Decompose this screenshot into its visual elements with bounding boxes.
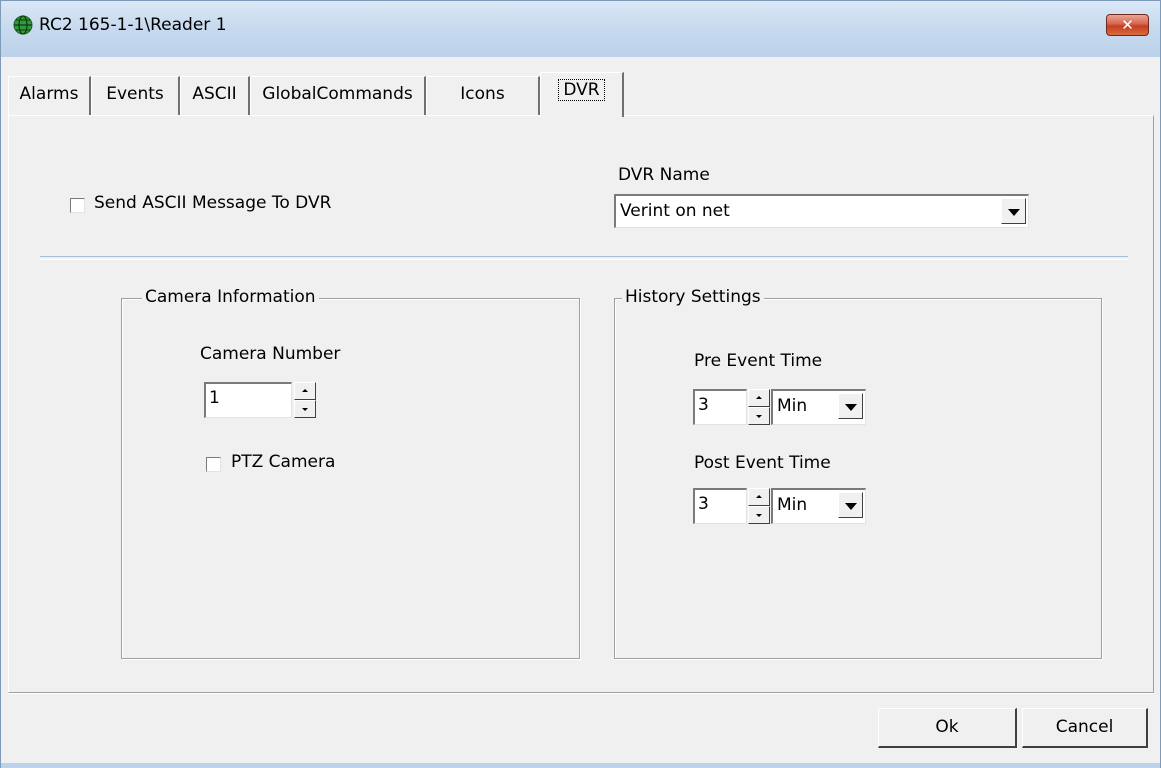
window-title: RC2 165-1-1\Reader 1 bbox=[39, 15, 227, 35]
title-bar[interactable]: RC2 165-1-1\Reader 1 ✕ bbox=[1, 1, 1160, 57]
close-button[interactable]: ✕ bbox=[1106, 14, 1149, 36]
post-event-time-label: Post Event Time bbox=[694, 453, 831, 473]
pre-event-time-spinner[interactable] bbox=[748, 389, 770, 425]
close-icon: ✕ bbox=[1121, 16, 1134, 34]
arrow-up-icon bbox=[756, 396, 762, 399]
pre-event-unit-dropdown[interactable]: Min bbox=[771, 389, 866, 425]
dvr-name-dropdown-button[interactable] bbox=[1001, 198, 1026, 224]
post-event-unit-dropdown[interactable]: Min bbox=[771, 488, 866, 524]
arrow-down-icon bbox=[756, 415, 762, 418]
chevron-down-icon bbox=[1008, 209, 1020, 216]
dvr-name-value: Verint on net bbox=[620, 201, 730, 221]
camera-information-title: Camera Information bbox=[142, 287, 319, 307]
dvr-tab-panel: Send ASCII Message To DVR DVR Name Verin… bbox=[8, 115, 1154, 693]
arrow-down-icon bbox=[756, 514, 762, 517]
post-event-unit-value: Min bbox=[777, 495, 808, 515]
arrow-up-icon bbox=[302, 389, 308, 392]
window-bottom-frame bbox=[1, 763, 1160, 768]
camera-number-label: Camera Number bbox=[200, 344, 341, 364]
globe-icon bbox=[13, 15, 33, 35]
post-event-time-input[interactable]: 3 bbox=[693, 488, 747, 524]
history-settings-title: History Settings bbox=[622, 287, 764, 307]
chevron-down-icon bbox=[845, 503, 857, 510]
pre-event-unit-value: Min bbox=[777, 396, 808, 416]
camera-information-group: Camera Information Camera Number 1 PTZ C… bbox=[121, 287, 580, 659]
footer-divider bbox=[8, 693, 1154, 694]
tab-events[interactable]: Events bbox=[91, 76, 180, 116]
spin-down-button[interactable] bbox=[748, 407, 770, 425]
post-event-unit-dropdown-button[interactable] bbox=[838, 492, 863, 518]
pre-event-unit-dropdown-button[interactable] bbox=[838, 393, 863, 419]
ok-button[interactable]: Ok bbox=[878, 708, 1017, 748]
tab-alarms[interactable]: Alarms bbox=[8, 76, 91, 116]
history-settings-group: History Settings Pre Event Time 3 Min Po… bbox=[614, 287, 1102, 659]
separator-line bbox=[40, 256, 1128, 260]
tab-globalcommands[interactable]: GlobalCommands bbox=[250, 76, 426, 116]
dialog-window: RC2 165-1-1\Reader 1 ✕ Alarms Events ASC… bbox=[0, 0, 1161, 768]
camera-number-spinner[interactable] bbox=[294, 382, 316, 418]
send-ascii-checkbox[interactable] bbox=[70, 198, 85, 213]
ptz-camera-label[interactable]: PTZ Camera bbox=[231, 452, 335, 472]
tab-dvr-label: DVR bbox=[558, 79, 605, 101]
chevron-down-icon bbox=[845, 404, 857, 411]
arrow-down-icon bbox=[302, 408, 308, 411]
spin-up-button[interactable] bbox=[294, 382, 316, 400]
post-event-time-spinner[interactable] bbox=[748, 488, 770, 524]
cancel-button[interactable]: Cancel bbox=[1022, 708, 1148, 748]
spin-up-button[interactable] bbox=[748, 389, 770, 407]
tab-ascii[interactable]: ASCII bbox=[180, 76, 250, 116]
arrow-up-icon bbox=[756, 495, 762, 498]
tab-icons[interactable]: Icons bbox=[426, 76, 540, 116]
send-ascii-label[interactable]: Send ASCII Message To DVR bbox=[94, 193, 331, 213]
dvr-name-label: DVR Name bbox=[618, 165, 710, 185]
ptz-camera-checkbox[interactable] bbox=[206, 457, 221, 472]
pre-event-time-input[interactable]: 3 bbox=[693, 389, 747, 425]
spin-down-button[interactable] bbox=[748, 506, 770, 524]
spin-down-button[interactable] bbox=[294, 400, 316, 418]
tab-dvr[interactable]: DVR bbox=[540, 72, 624, 117]
camera-number-input[interactable]: 1 bbox=[204, 382, 292, 418]
dvr-name-dropdown[interactable]: Verint on net bbox=[614, 194, 1029, 228]
spin-up-button[interactable] bbox=[748, 488, 770, 506]
pre-event-time-label: Pre Event Time bbox=[694, 351, 823, 371]
